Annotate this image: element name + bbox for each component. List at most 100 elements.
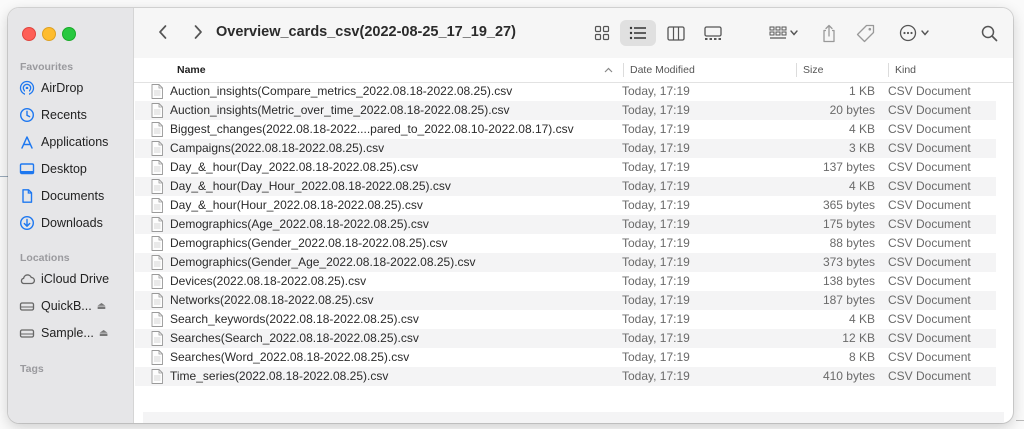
sidebar-item-recents[interactable]: Recents <box>18 103 126 127</box>
file-size: 137 bytes <box>822 160 875 174</box>
file-name: Demographics(Gender_Age_2022.08.18-2022.… <box>170 255 476 269</box>
share-button[interactable] <box>817 20 841 46</box>
search-button[interactable] <box>976 20 1002 46</box>
file-size: 4 KB <box>848 312 875 326</box>
applications-icon <box>18 133 36 151</box>
back-button[interactable] <box>152 20 174 44</box>
file-date-modified: Today, 17:19 <box>622 179 690 193</box>
file-name: Campaigns(2022.08.18-2022.08.25).csv <box>170 141 385 155</box>
csv-file-icon <box>151 179 163 194</box>
sidebar-item-label: Downloads <box>41 216 103 230</box>
empty-row <box>143 412 1004 423</box>
file-row[interactable]: Biggest_changes(2022.08.18-2022....pared… <box>135 120 996 139</box>
file-row[interactable]: Day_&_hour(Day_2022.08.18-2022.08.25).cs… <box>135 158 996 177</box>
tag-button[interactable] <box>852 20 878 46</box>
file-size: 88 bytes <box>829 236 875 250</box>
eject-icon[interactable]: ⏏ <box>99 328 108 339</box>
column-kind-header[interactable]: Kind <box>895 58 916 82</box>
file-name: Biggest_changes(2022.08.18-2022....pared… <box>170 122 574 136</box>
sidebar-item-documents[interactable]: Documents <box>18 184 126 208</box>
file-date-modified: Today, 17:19 <box>622 160 690 174</box>
file-date-modified: Today, 17:19 <box>622 255 690 269</box>
file-row[interactable]: Devices(2022.08.18-2022.08.25).csv Today… <box>135 272 996 291</box>
sidebar-section-tags: Tags <box>20 363 44 375</box>
icon-view-icon <box>594 25 610 41</box>
download-icon <box>18 214 36 232</box>
sidebar-item-icloud-drive[interactable]: iCloud Drive <box>18 267 126 291</box>
sidebar-item-quickbooks-drive[interactable]: QuickB... ⏏ <box>18 294 126 318</box>
close-window-button[interactable] <box>22 27 36 41</box>
file-kind: CSV Document <box>888 84 971 98</box>
file-kind: CSV Document <box>888 160 971 174</box>
file-row[interactable]: Day_&_hour(Hour_2022.08.18-2022.08.25).c… <box>135 196 996 215</box>
cloud-icon <box>18 270 36 288</box>
csv-file-icon <box>151 141 163 156</box>
file-row[interactable]: Auction_insights(Compare_metrics_2022.08… <box>135 82 996 101</box>
file-size: 4 KB <box>848 179 875 193</box>
file-size: 410 bytes <box>822 369 875 383</box>
gallery-view-button[interactable] <box>697 20 729 46</box>
column-date-header[interactable]: Date Modified <box>630 58 695 82</box>
desktop-icon <box>18 160 36 178</box>
file-kind: CSV Document <box>888 331 971 345</box>
csv-file-icon <box>151 312 163 327</box>
list-view-button[interactable] <box>620 20 656 46</box>
sidebar-item-label: iCloud Drive <box>41 272 110 286</box>
file-date-modified: Today, 17:19 <box>622 141 690 155</box>
file-date-modified: Today, 17:19 <box>622 274 690 288</box>
clock-icon <box>18 106 36 124</box>
gallery-view-icon <box>704 25 722 40</box>
file-list: Auction_insights(Compare_metrics_2022.08… <box>135 82 996 386</box>
csv-file-icon <box>151 122 163 137</box>
column-view-button[interactable] <box>661 20 691 46</box>
sidebar-item-label: Documents <box>41 189 105 203</box>
file-name: Networks(2022.08.18-2022.08.25).csv <box>170 293 374 307</box>
sidebar-item-applications[interactable]: Applications <box>18 130 126 154</box>
icon-view-button[interactable] <box>587 20 617 46</box>
file-row[interactable]: Demographics(Age_2022.08.18-2022.08.25).… <box>135 215 996 234</box>
column-separator[interactable] <box>888 63 889 77</box>
sidebar: Favourites AirDrop Recents Applications … <box>8 8 134 423</box>
file-kind: CSV Document <box>888 179 971 193</box>
file-date-modified: Today, 17:19 <box>622 312 690 326</box>
file-row[interactable]: Time_series(2022.08.18-2022.08.25).csv T… <box>135 367 996 386</box>
file-date-modified: Today, 17:19 <box>622 293 690 307</box>
file-row[interactable]: Networks(2022.08.18-2022.08.25).csv Toda… <box>135 291 996 310</box>
file-kind: CSV Document <box>888 293 971 307</box>
group-icon <box>769 26 798 39</box>
more-actions-button[interactable] <box>894 20 938 46</box>
sidebar-item-downloads[interactable]: Downloads <box>18 211 126 235</box>
file-row[interactable]: Campaigns(2022.08.18-2022.08.25).csv Tod… <box>135 139 996 158</box>
sidebar-item-airdrop[interactable]: AirDrop <box>18 76 126 100</box>
file-size: 3 KB <box>848 141 875 155</box>
file-row[interactable]: Demographics(Gender_2022.08.18-2022.08.2… <box>135 234 996 253</box>
file-name: Day_&_hour(Day_Hour_2022.08.18-2022.08.2… <box>170 179 451 193</box>
file-name: Searches(Word_2022.08.18-2022.08.25).csv <box>170 350 410 364</box>
file-row[interactable]: Search_keywords(2022.08.18-2022.08.25).c… <box>135 310 996 329</box>
file-row[interactable]: Day_&_hour(Day_Hour_2022.08.18-2022.08.2… <box>135 177 996 196</box>
search-icon <box>981 25 997 41</box>
column-separator[interactable] <box>796 63 797 77</box>
file-row[interactable]: Searches(Word_2022.08.18-2022.08.25).csv… <box>135 348 996 367</box>
zoom-window-button[interactable] <box>62 27 76 41</box>
minimize-window-button[interactable] <box>42 27 56 41</box>
file-name: Auction_insights(Metric_over_time_2022.0… <box>170 103 510 117</box>
sidebar-item-sample-drive[interactable]: Sample... ⏏ <box>18 321 126 345</box>
csv-file-icon <box>151 255 163 270</box>
file-row[interactable]: Searches(Search_2022.08.18-2022.08.25).c… <box>135 329 996 348</box>
eject-icon[interactable]: ⏏ <box>97 301 106 312</box>
group-by-button[interactable] <box>764 20 804 46</box>
forward-button[interactable] <box>187 20 209 44</box>
file-row[interactable]: Demographics(Gender_Age_2022.08.18-2022.… <box>135 253 996 272</box>
csv-file-icon <box>151 84 163 99</box>
column-name-header[interactable]: Name <box>177 58 206 82</box>
file-row[interactable]: Auction_insights(Metric_over_time_2022.0… <box>135 101 996 120</box>
file-size: 187 bytes <box>822 293 875 307</box>
csv-file-icon <box>151 160 163 175</box>
toolbar: Overview_cards_csv(2022-08-25_17_19_27) <box>134 8 1013 59</box>
sidebar-item-desktop[interactable]: Desktop <box>18 157 126 181</box>
column-separator[interactable] <box>623 63 624 77</box>
column-size-header[interactable]: Size <box>803 58 823 82</box>
file-kind: CSV Document <box>888 198 971 212</box>
file-size: 175 bytes <box>822 217 875 231</box>
